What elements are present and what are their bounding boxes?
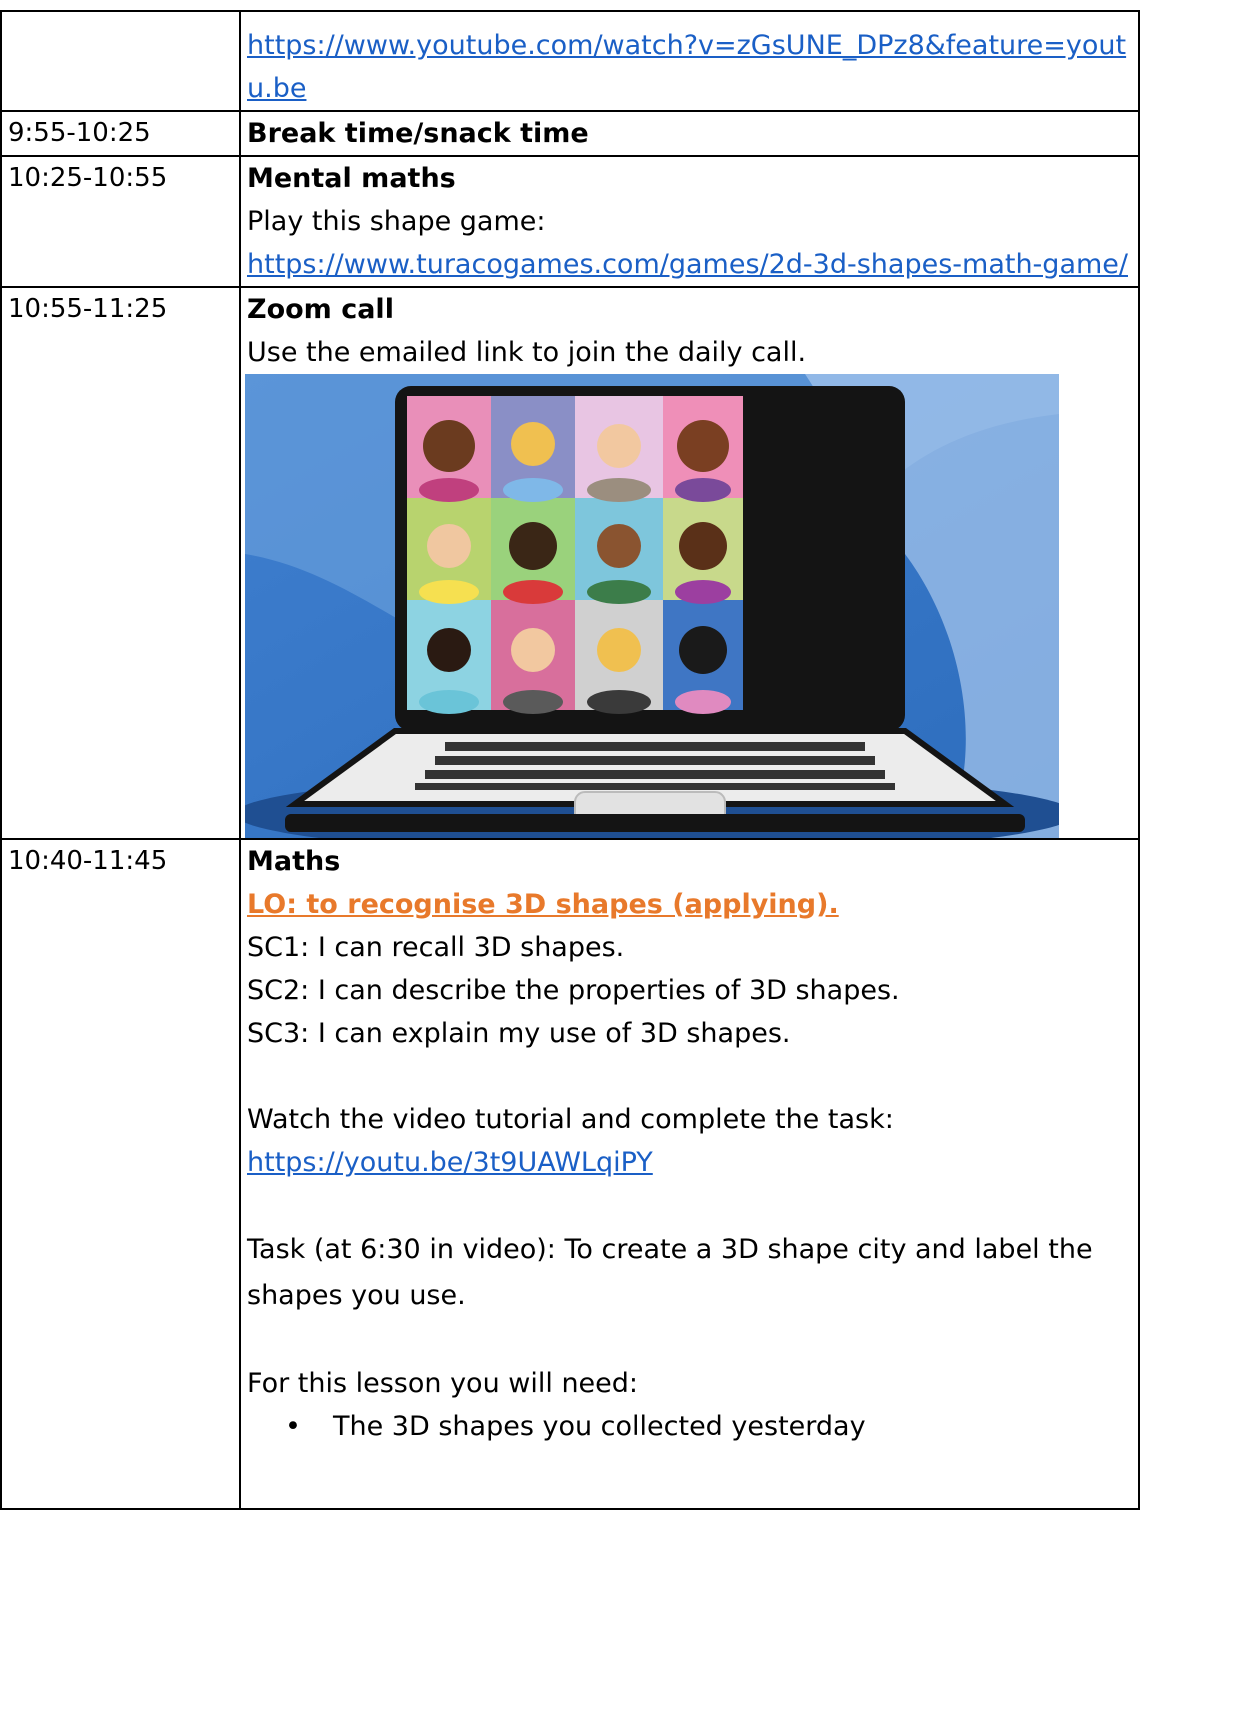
learning-objective: LO: to recognise 3D shapes (applying). xyxy=(247,889,839,920)
table-row: 10:55-11:25 Zoom call Use the emailed li… xyxy=(0,286,1140,840)
table-row: 9:55-10:25 Break time/snack time xyxy=(0,110,1140,157)
time-cell: 10:25-10:55 xyxy=(0,155,241,288)
timetable: https://www.youtube.com/watch?v=zGsUNE_D… xyxy=(0,10,1140,1510)
success-criterion: SC3: I can explain my use of 3D shapes. xyxy=(247,1018,791,1049)
success-criterion: SC2: I can describe the properties of 3D… xyxy=(247,975,900,1006)
table-row: https://www.youtube.com/watch?v=zGsUNE_D… xyxy=(0,10,1140,112)
activity-cell: https://www.youtube.com/watch?v=zGsUNE_D… xyxy=(239,10,1140,112)
need-text: For this lesson you will need: xyxy=(247,1368,639,1399)
activity-cell: Break time/snack time xyxy=(239,110,1140,157)
activity-text: Play this shape game: xyxy=(247,206,546,237)
activity-title: Break time/snack time xyxy=(247,118,589,149)
list-item-text: The 3D shapes you collected yesterday xyxy=(333,1411,866,1442)
table-row: 10:25-10:55 Mental maths Play this shape… xyxy=(0,155,1140,288)
video-tutorial-link[interactable]: https://youtu.be/3t9UAWLqiPY xyxy=(247,1147,653,1178)
activity-cell: Mental maths Play this shape game: https… xyxy=(239,155,1140,288)
shape-game-link[interactable]: https://www.turacogames.com/games/2d-3d-… xyxy=(247,249,1128,280)
task-text: Task (at 6:30 in video): To create a 3D … xyxy=(247,1234,1093,1311)
time-cell: 9:55-10:25 xyxy=(0,110,241,157)
list-item: • The 3D shapes you collected yesterday xyxy=(247,1405,1132,1448)
activity-title: Maths xyxy=(247,846,341,877)
youtube-link[interactable]: https://www.youtube.com/watch?v=zGsUNE_D… xyxy=(247,30,1126,104)
video-call-illustration xyxy=(245,374,1059,838)
table-row: 10:40-11:45 Maths LO: to recognise 3D sh… xyxy=(0,838,1140,1510)
bullet-icon: • xyxy=(285,1411,301,1442)
time-cell xyxy=(0,10,241,112)
activity-text: Use the emailed link to join the daily c… xyxy=(247,337,807,368)
activity-cell: Maths LO: to recognise 3D shapes (applyi… xyxy=(239,838,1140,1510)
success-criterion: SC1: I can recall 3D shapes. xyxy=(247,932,625,963)
document-page: https://www.youtube.com/watch?v=zGsUNE_D… xyxy=(0,0,1246,1722)
watch-instructions: Watch the video tutorial and complete th… xyxy=(247,1104,894,1135)
time-cell: 10:40-11:45 xyxy=(0,838,241,1510)
activity-title: Zoom call xyxy=(247,294,394,325)
time-cell: 10:55-11:25 xyxy=(0,286,241,840)
activity-cell: Zoom call Use the emailed link to join t… xyxy=(239,286,1140,840)
activity-title: Mental maths xyxy=(247,163,456,194)
